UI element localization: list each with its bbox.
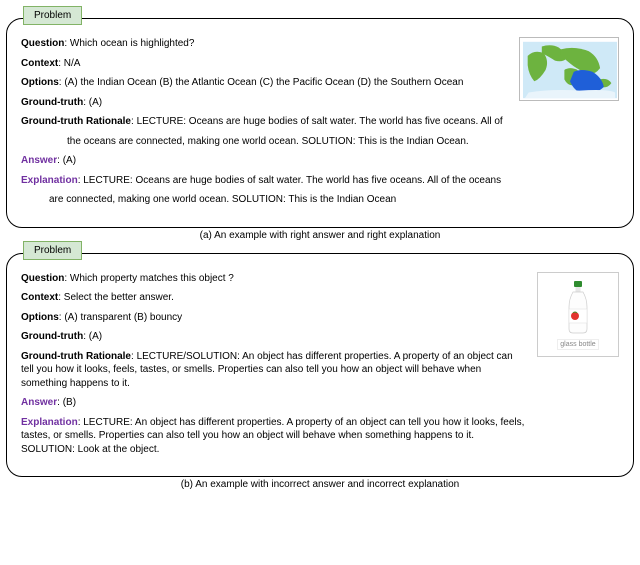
context-row: Context: Select the better answer. [21, 291, 527, 305]
options-text: (A) the Indian Ocean (B) the Atlantic Oc… [64, 77, 463, 88]
question-label: Question [21, 38, 64, 49]
gt-text: (A) [89, 331, 102, 342]
answer-row: Answer: (B) [21, 396, 527, 410]
explanation-label: Explanation [21, 175, 78, 186]
options-label: Options [21, 77, 59, 88]
text-column: Question: Which ocean is highlighted? Co… [21, 37, 509, 213]
context-label: Context [21, 292, 58, 303]
gtr-label: Ground-truth Rationale [21, 351, 131, 362]
answer-text: (A) [63, 155, 76, 166]
gtr-text-1: LECTURE: Oceans are huge bodies of salt … [137, 116, 503, 127]
caption-a: (a) An example with right answer and rig… [4, 230, 636, 241]
context-row: Context: N/A [21, 57, 509, 71]
gt-row: Ground-truth: (A) [21, 96, 509, 110]
world-map-icon [519, 37, 619, 101]
card-content: Question: Which property matches this ob… [21, 272, 619, 463]
text-column: Question: Which property matches this ob… [21, 272, 527, 463]
question-label: Question [21, 273, 64, 284]
question-row: Question: Which ocean is highlighted? [21, 37, 509, 51]
gt-row: Ground-truth: (A) [21, 330, 527, 344]
context-label: Context [21, 58, 58, 69]
exp-text-2: are connected, making one world ocean. S… [49, 194, 396, 205]
explanation-label: Explanation [21, 417, 78, 428]
problem-card-b: Problem Question: Which property matches… [6, 253, 634, 478]
answer-row: Answer: (A) [21, 154, 509, 168]
caption-b: (b) An example with incorrect answer and… [4, 479, 636, 490]
answer-label: Answer [21, 155, 57, 166]
explanation-row: Explanation: LECTURE: An object has diff… [21, 416, 527, 457]
question-text: Which ocean is highlighted? [70, 38, 195, 49]
exp-text-1: LECTURE: Oceans are huge bodies of salt … [83, 175, 501, 186]
gt-label: Ground-truth [21, 331, 83, 342]
question-row: Question: Which property matches this ob… [21, 272, 527, 286]
problem-tag: Problem [23, 6, 82, 25]
image-column [519, 37, 619, 213]
answer-text: (B) [63, 397, 76, 408]
gtr-row-cont: the oceans are connected, making one wor… [21, 135, 509, 149]
bottle-icon: glass bottle [537, 272, 619, 357]
options-label: Options [21, 312, 59, 323]
gt-text: (A) [89, 97, 102, 108]
gtr-label: Ground-truth Rationale [21, 116, 131, 127]
card-content: Question: Which ocean is highlighted? Co… [21, 37, 619, 213]
options-row: Options: (A) the Indian Ocean (B) the At… [21, 76, 509, 90]
context-text: N/A [64, 58, 81, 69]
problem-card-a: Problem Question: Which ocean is highlig… [6, 18, 634, 228]
explanation-row: Explanation: LECTURE: Oceans are huge bo… [21, 174, 509, 188]
gtr-text-2: the oceans are connected, making one wor… [67, 136, 469, 147]
options-text: (A) transparent (B) bouncy [64, 312, 182, 323]
exp-text: LECTURE: An object has different propert… [21, 417, 524, 455]
bottle-label: glass bottle [557, 339, 598, 350]
gtr-row: Ground-truth Rationale: LECTURE: Oceans … [21, 115, 509, 129]
problem-tag: Problem [23, 241, 82, 260]
explanation-row-cont: are connected, making one world ocean. S… [21, 193, 509, 207]
answer-label: Answer [21, 397, 57, 408]
question-text: Which property matches this object ? [70, 273, 234, 284]
gt-label: Ground-truth [21, 97, 83, 108]
image-column: glass bottle [537, 272, 619, 463]
gtr-row: Ground-truth Rationale: LECTURE/SOLUTION… [21, 350, 527, 391]
context-text: Select the better answer. [64, 292, 174, 303]
options-row: Options: (A) transparent (B) bouncy [21, 311, 527, 325]
